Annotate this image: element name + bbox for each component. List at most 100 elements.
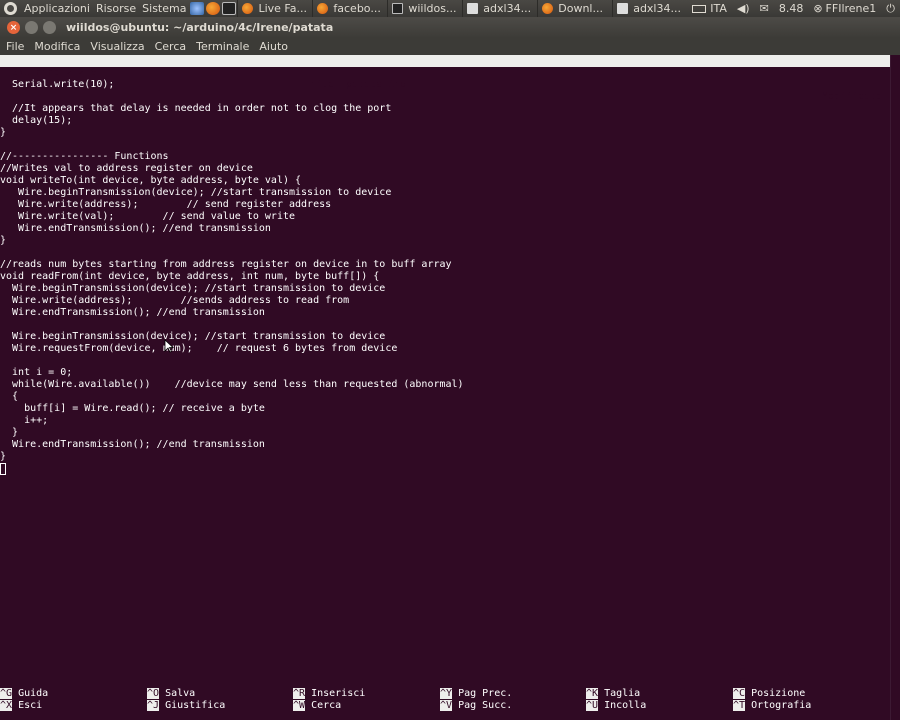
user-icon: ⊗ [813,2,823,15]
code-line: buff[i] = Wire.read(); // receive a byte [0,403,265,414]
shortcut-key: ^K [586,688,599,699]
shortcut-label: Pag Succ. [458,700,513,711]
shortcut-label: Inserisci [311,688,366,699]
code-line: //Writes val to address register on devi… [0,163,253,174]
menu-aiuto[interactable]: Aiuto [253,40,292,53]
shortcut-posizione: ^C Posizione [733,688,873,700]
nano-version: GNU nano 2.2.6 [12,67,97,78]
terminal-icon [392,3,404,14]
firefox-icon [542,3,554,14]
menu-terminale[interactable]: Terminale [190,40,253,53]
shortcut-label: Posizione [751,688,806,699]
document-icon [467,3,479,14]
taskbar-item[interactable]: adxl34... [612,0,687,17]
menu-cerca[interactable]: Cerca [149,40,191,53]
shortcut-key: ^W [293,700,306,711]
code-line: int i = 0; [0,367,73,378]
window-title: wiildos@ubuntu: ~/arduino/4c/Irene/patat… [66,21,334,34]
code-editor[interactable]: Serial.write(10); //It appears that dela… [0,79,890,463]
code-line: Wire.beginTransmission(device); //start … [0,187,392,198]
menu-applicazioni[interactable]: Applicazioni [21,0,93,17]
code-line: Wire.requestFrom(device, num); // reques… [0,343,398,354]
code-line: Wire.endTransmission(); //end transmissi… [0,223,271,234]
nano-shortcut-bar: ^G Guida ^O Salva ^R Inserisci ^Y Pag Prec.… [0,688,890,712]
code-line: void writeTo(int device, byte address, b… [0,175,302,186]
code-line: delay(15); [0,115,73,126]
code-line: i++; [0,415,49,426]
code-line: Wire.beginTransmission(device); //start … [0,331,386,342]
mouse-pointer-icon [164,339,174,353]
taskbar-item[interactable]: Live Fa... [237,0,312,17]
text-cursor [0,463,6,475]
shortcut-label: Esci [18,700,43,711]
shortcut-key: ^U [586,700,599,711]
firefox-icon [317,3,329,14]
firefox-icon [242,3,254,14]
shortcut-label: Taglia [604,688,641,699]
window-title-bar[interactable]: × wiildos@ubuntu: ~/arduino/4c/Irene/pat… [0,17,900,38]
shortcut-ortografia: ^T Ortografia [733,700,873,712]
close-icon[interactable]: × [7,21,20,34]
terminal-launcher-icon[interactable] [222,2,237,15]
code-line: Wire.beginTransmission(device); //start … [0,283,386,294]
code-line: { [0,391,19,402]
firefox-launcher-icon[interactable] [206,2,221,15]
keyboard-indicator[interactable]: ITA [687,0,732,17]
shortcut-taglia: ^K Taglia [586,688,726,700]
top-panel: Applicazioni Risorse Sistema Live Fa... … [0,0,900,17]
shortcut-label: Giustifica [165,700,226,711]
shortcut-salva: ^O Salva [147,688,287,700]
shortcut-label: Cerca [311,700,342,711]
menu-visualizza[interactable]: Visualizza [84,40,148,53]
code-line: Serial.write(10); [0,79,115,90]
shortcut-key: ^V [440,700,453,711]
shortcut-key: ^J [147,700,160,711]
system-tray: ITA ◀) ✉ 8.48 ⊗ FFIlrene1 ⏻ [687,0,900,17]
code-line: //reads num bytes starting from address … [0,259,452,270]
taskbar-item[interactable]: wiildos... [387,0,462,17]
ubuntu-logo-icon[interactable] [4,2,17,15]
terminal-area[interactable]: GNU nano 2.2.6 File: patata.ino Modifica… [0,55,890,720]
shortcut-incolla: ^U Incolla [586,700,726,712]
code-line: Wire.endTransmission(); //end transmissi… [0,307,265,318]
maximize-icon[interactable] [43,21,56,34]
mail-icon[interactable]: ✉ [755,0,774,17]
shortcut-label: Salva [165,688,196,699]
clock[interactable]: 8.48 [774,0,809,17]
code-line: Wire.endTransmission(); //end transmissi… [0,439,265,450]
taskbar-item[interactable]: Downl... [537,0,612,17]
terminal-menu-bar: File Modifica Visualizza Cerca Terminale… [0,38,900,55]
code-line: while(Wire.available()) //device may sen… [0,379,464,390]
keyboard-icon [692,4,707,13]
shortcut-key: ^T [733,700,746,711]
menu-file[interactable]: File [0,40,28,53]
shortcut-key: ^R [293,688,306,699]
menu-modifica[interactable]: Modifica [28,40,84,53]
volume-icon[interactable]: ◀) [732,0,755,17]
shortcut-cerca: ^W Cerca [293,700,433,712]
menu-risorse[interactable]: Risorse [93,0,139,17]
taskbar-item[interactable]: adxl34... [462,0,537,17]
user-menu[interactable]: ⊗ FFIlrene1 [808,0,881,17]
shortcut-label: Guida [18,688,49,699]
shortcut-label: Ortografia [751,700,812,711]
document-icon [617,3,629,14]
taskbar-item[interactable]: facebo... [312,0,387,17]
shortcut-guida: ^G Guida [0,688,140,700]
network-launcher-icon[interactable] [190,2,205,15]
terminal-scrollbar[interactable] [890,55,900,720]
shortcut-key: ^Y [440,688,453,699]
minimize-icon[interactable] [25,21,38,34]
code-line: } [0,235,7,246]
shortcut-esci: ^X Esci [0,700,140,712]
shortcut-key: ^X [0,700,13,711]
power-icon[interactable]: ⏻ [881,0,900,17]
shortcut-label: Pag Prec. [458,688,513,699]
shortcut-label: Incolla [604,700,647,711]
shortcut-key: ^C [733,688,746,699]
code-line: Wire.write(val); // send value to write [0,211,296,222]
menu-sistema[interactable]: Sistema [139,0,189,17]
